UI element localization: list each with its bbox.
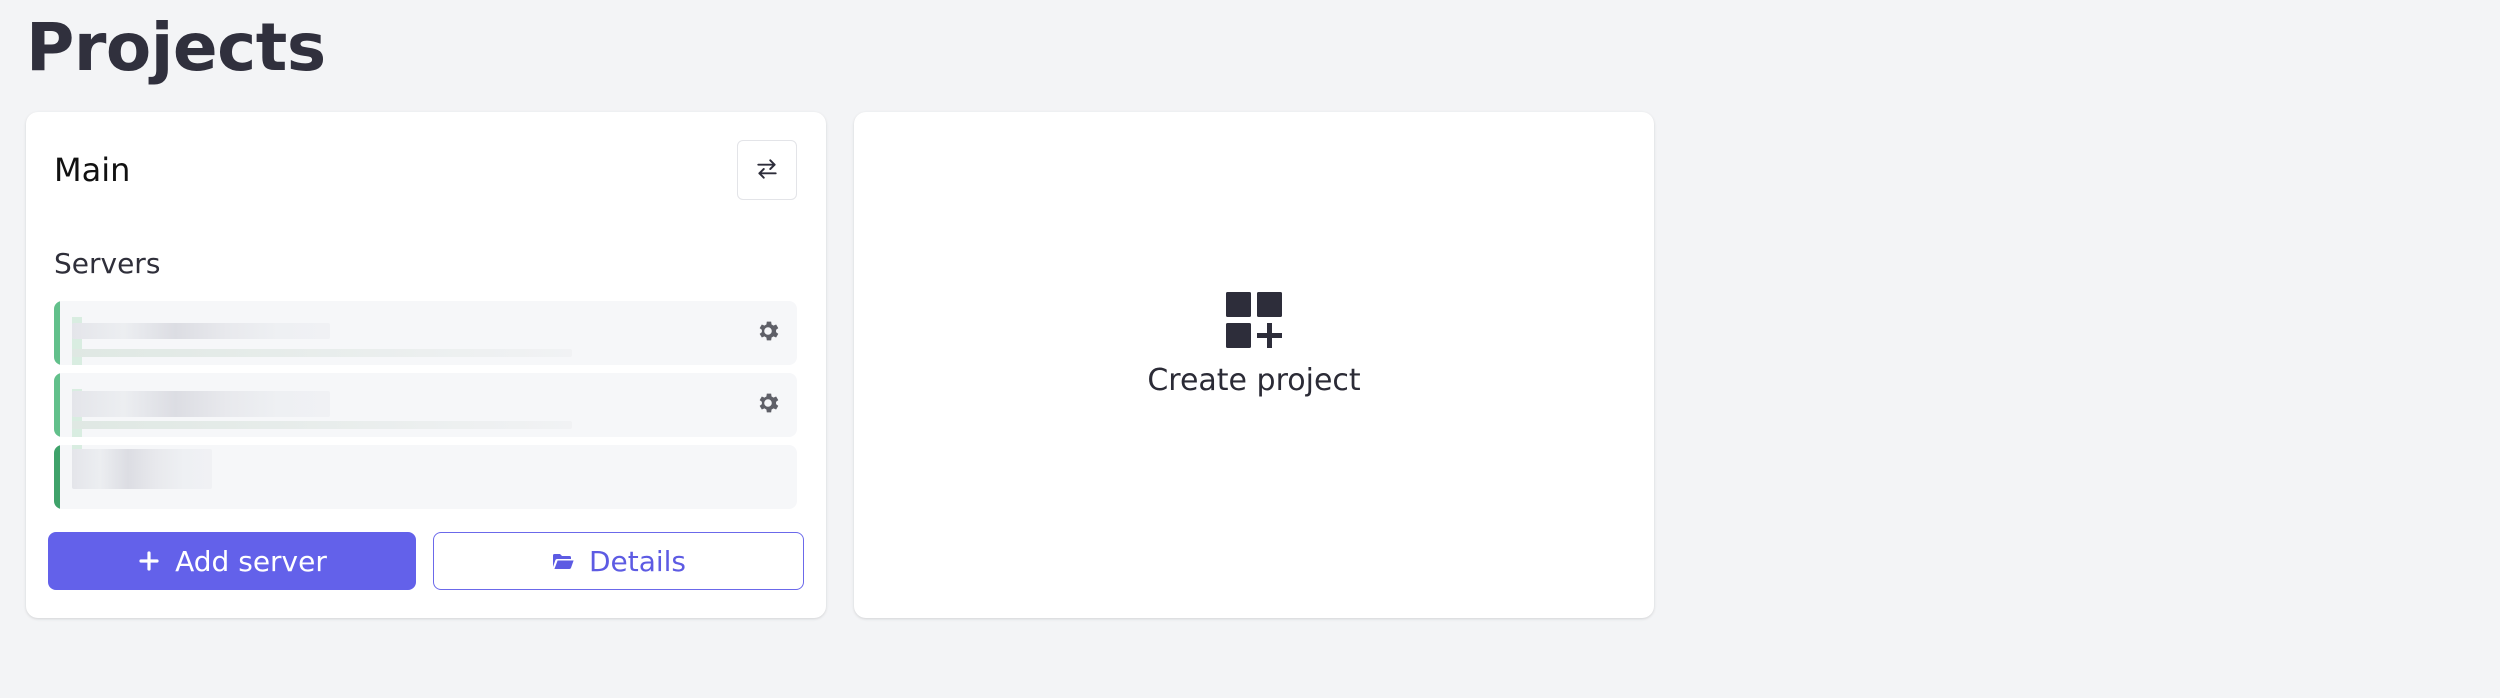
folder-open-icon (551, 549, 575, 573)
server-row[interactable] (54, 445, 797, 509)
add-server-button[interactable]: Add server (48, 532, 416, 590)
details-button[interactable]: Details (433, 532, 804, 590)
server-row[interactable] (54, 301, 797, 365)
server-address-redacted (72, 421, 572, 429)
project-name: Main (54, 151, 131, 189)
plus-icon (137, 549, 161, 573)
gear-icon (755, 390, 781, 420)
server-status-indicator (54, 301, 60, 365)
arrows-swap-icon (754, 156, 780, 185)
switch-project-button[interactable] (737, 140, 797, 200)
server-settings-button[interactable] (754, 319, 782, 347)
server-status-indicator (54, 373, 60, 437)
server-name-redacted (72, 323, 330, 339)
server-row[interactable] (54, 373, 797, 437)
gear-icon (755, 318, 781, 348)
create-project-label: Create project (1147, 363, 1361, 398)
details-label: Details (588, 544, 687, 578)
page-title: Projects (26, 9, 326, 86)
server-name-redacted (72, 449, 212, 489)
grid-plus-icon (1226, 292, 1282, 352)
create-project-card[interactable]: Create project (854, 112, 1654, 618)
server-address-redacted (72, 349, 572, 357)
project-card: Main Servers Add server Details (26, 112, 826, 618)
server-settings-button[interactable] (754, 391, 782, 419)
add-server-label: Add server (175, 544, 327, 578)
create-project-content: Create project (854, 112, 1654, 618)
servers-heading: Servers (54, 247, 161, 280)
server-status-indicator (54, 445, 60, 509)
server-name-redacted (72, 391, 330, 417)
